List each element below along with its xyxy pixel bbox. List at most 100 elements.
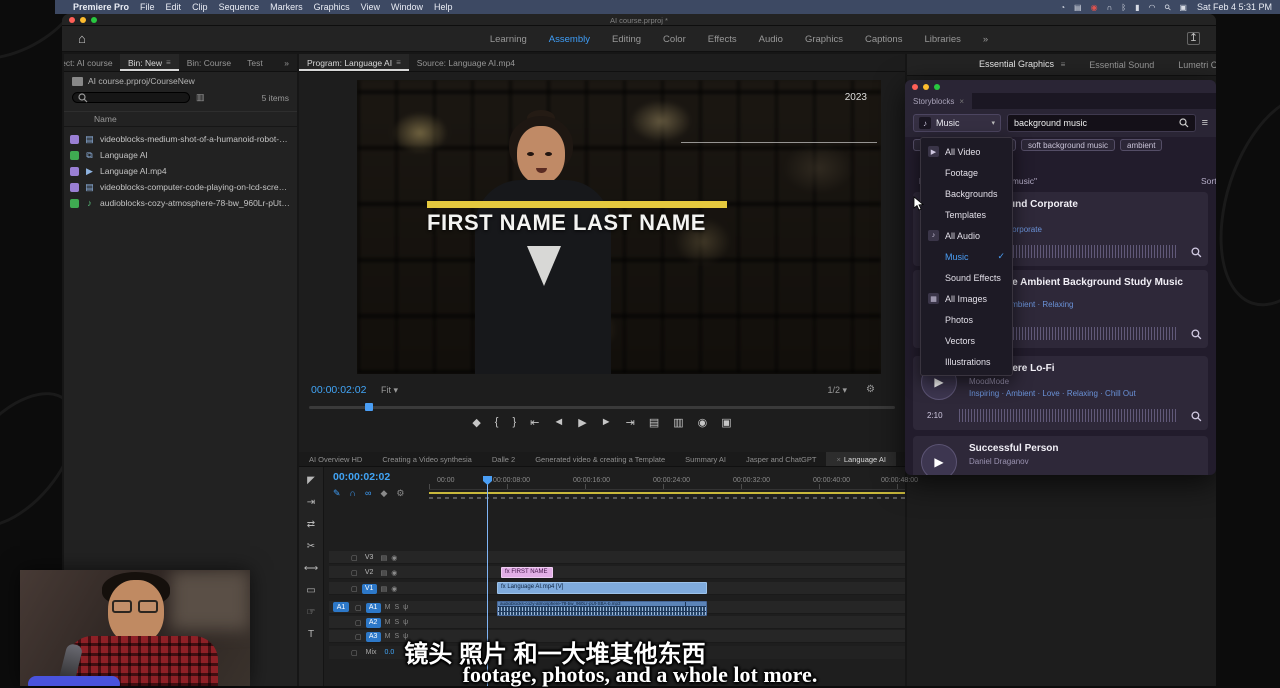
pen-tool[interactable]: ▭ bbox=[306, 585, 315, 596]
track-output-eye-icon[interactable]: ◉ bbox=[391, 585, 397, 593]
solo-button[interactable]: S bbox=[394, 619, 399, 626]
track-artist[interactable]: MoodMode bbox=[969, 377, 1009, 386]
home-icon[interactable]: ⌂ bbox=[78, 31, 86, 46]
workspace-tab-color[interactable]: Color bbox=[663, 34, 686, 45]
close-window-button[interactable] bbox=[912, 84, 918, 90]
menu-item-templates[interactable]: Templates bbox=[921, 204, 1012, 225]
play-button[interactable]: ▶ bbox=[578, 416, 586, 429]
snap-icon[interactable]: ∩ bbox=[350, 488, 356, 499]
tab-storyblocks[interactable]: Storyblocks× bbox=[905, 93, 972, 109]
menu-item-all-video[interactable]: ▶All Video bbox=[921, 141, 1012, 162]
workspace-tab-effects[interactable]: Effects bbox=[708, 34, 737, 45]
ripple-edit-tool[interactable]: ⇄ bbox=[307, 519, 315, 530]
battery-icon[interactable]: ▮ bbox=[1135, 3, 1139, 12]
solo-button[interactable]: S bbox=[394, 604, 399, 611]
timeline-timecode[interactable]: 00:00:02:02 bbox=[333, 471, 390, 483]
export-frame-button[interactable]: ◉ bbox=[698, 416, 708, 429]
sync-lock-icon[interactable]: ▤ bbox=[381, 554, 388, 562]
track-output-eye-icon[interactable]: ◉ bbox=[391, 554, 397, 562]
menu-sequence[interactable]: Sequence bbox=[219, 2, 260, 12]
tab-lumetri-color[interactable]: Lumetri Color bbox=[1178, 60, 1216, 70]
tab-bin-new[interactable]: Bin: New≡ bbox=[120, 54, 179, 71]
sequence-tab[interactable]: Dalle 2 bbox=[482, 452, 525, 466]
menu-markers[interactable]: Markers bbox=[270, 2, 303, 12]
tab-essential-sound[interactable]: Essential Sound bbox=[1089, 60, 1154, 70]
workspace-overflow-icon[interactable]: » bbox=[983, 34, 988, 45]
workspace-tab-learning[interactable]: Learning bbox=[490, 34, 527, 45]
workspace-tab-libraries[interactable]: Libraries bbox=[924, 34, 960, 45]
breadcrumb[interactable]: AI course.prproj/CourseNew bbox=[64, 72, 297, 90]
menu-file[interactable]: File bbox=[140, 2, 155, 12]
workspace-tab-editing[interactable]: Editing bbox=[612, 34, 641, 45]
track-label-v3[interactable]: V3 bbox=[362, 553, 377, 563]
monitor-settings-icon[interactable]: ⚙ bbox=[866, 384, 875, 395]
track-output-eye-icon[interactable]: ◉ bbox=[391, 569, 397, 577]
label-chip[interactable] bbox=[70, 199, 79, 208]
track-v3[interactable]: ▢ V3 ▤◉ bbox=[329, 551, 905, 564]
view-options-icon[interactable]: ≡ bbox=[1202, 117, 1208, 129]
tab-essential-graphics[interactable]: Essential Graphics ≡ bbox=[979, 59, 1065, 71]
waveform[interactable] bbox=[959, 409, 1178, 422]
go-to-in-button[interactable]: ⇤ bbox=[530, 416, 539, 429]
slip-tool[interactable]: ⟷ bbox=[304, 563, 318, 574]
track-tags[interactable]: Inspiring · Ambient · Love · Relaxing · … bbox=[969, 389, 1200, 398]
track-label-v1[interactable]: V1 bbox=[362, 584, 377, 594]
hand-tool[interactable]: ☞ bbox=[307, 607, 316, 618]
marker-icon[interactable]: ◆ bbox=[380, 488, 387, 499]
track-select-tool[interactable]: ⇥ bbox=[307, 497, 315, 508]
sort-dropdown[interactable]: Sort by bbox=[1201, 176, 1216, 186]
moon-icon[interactable]: ◔ bbox=[1060, 3, 1065, 12]
name-column-header[interactable]: Name bbox=[64, 111, 297, 127]
tab-project-ai-course[interactable]: Project: AI course bbox=[64, 54, 120, 71]
sync-lock-icon[interactable]: ▤ bbox=[381, 585, 388, 593]
share-icon[interactable]: ↥ bbox=[1187, 32, 1200, 45]
keyboard-icon[interactable]: ▤ bbox=[1074, 3, 1082, 12]
menu-item-sound-effects[interactable]: Sound Effects bbox=[921, 267, 1012, 288]
menu-item-vectors[interactable]: Vectors bbox=[921, 330, 1012, 351]
mute-button[interactable]: M bbox=[385, 619, 391, 626]
project-row[interactable]: ♪ audioblocks-cozy-atmosphere-78-bw_960L… bbox=[64, 195, 297, 211]
work-area-bar[interactable] bbox=[429, 492, 905, 494]
project-search-input[interactable] bbox=[72, 92, 190, 103]
sequence-tab[interactable]: Jasper and ChatGPT bbox=[736, 452, 826, 466]
step-forward-button[interactable]: ► bbox=[601, 416, 612, 429]
sequence-tab[interactable]: AI Overview HD bbox=[299, 452, 372, 466]
chip-soft-background-music[interactable]: soft background music bbox=[1021, 139, 1115, 151]
menu-graphics[interactable]: Graphics bbox=[314, 2, 350, 12]
label-chip[interactable] bbox=[70, 151, 79, 160]
menu-edit[interactable]: Edit bbox=[166, 2, 182, 12]
menu-clip[interactable]: Clip bbox=[192, 2, 208, 12]
zoom-waveform-icon[interactable] bbox=[1191, 247, 1202, 258]
track-label-a1[interactable]: A1 bbox=[366, 603, 381, 613]
mute-button[interactable]: M bbox=[385, 604, 391, 611]
lock-icon[interactable]: ▢ bbox=[355, 619, 362, 627]
control-center-icon[interactable]: ▣ bbox=[1179, 3, 1187, 12]
menu-help[interactable]: Help bbox=[434, 2, 453, 12]
spotlight-search-icon[interactable]: ⚲ bbox=[1162, 2, 1173, 13]
menu-item-backgrounds[interactable]: Backgrounds bbox=[921, 183, 1012, 204]
label-chip[interactable] bbox=[70, 183, 79, 192]
timeline-ruler[interactable]: 00:00 00:00:08:00 00:00:16:00 00:00:24:0… bbox=[429, 476, 905, 490]
workspace-tab-assembly[interactable]: Assembly bbox=[549, 34, 590, 45]
add-marker-button[interactable]: ◆ bbox=[472, 416, 480, 429]
project-tabs-overflow-icon[interactable]: » bbox=[276, 54, 297, 71]
bluetooth-icon[interactable]: ᛒ bbox=[1121, 3, 1126, 12]
menu-item-illustrations[interactable]: Illustrations bbox=[921, 351, 1012, 372]
menu-item-all-audio[interactable]: ♪All Audio bbox=[921, 225, 1012, 246]
menu-view[interactable]: View bbox=[361, 2, 380, 12]
timeline-settings-icon[interactable]: ⚙ bbox=[396, 488, 404, 499]
mark-in-button[interactable]: { bbox=[495, 416, 499, 429]
extract-button[interactable]: ▥ bbox=[673, 416, 683, 429]
project-row[interactable]: ▤ videoblocks-computer-code-playing-on-l… bbox=[64, 179, 297, 195]
list-view-icon[interactable]: ▥ bbox=[196, 92, 205, 103]
clip-language-ai-video[interactable]: fx Language AI.mp4 [V] bbox=[497, 582, 707, 594]
track-v2[interactable]: ▢V2▤◉ fx FIRST NAME bbox=[329, 566, 905, 579]
lock-icon[interactable]: ▢ bbox=[351, 554, 358, 562]
panel-menu-icon[interactable]: ≡ bbox=[396, 58, 401, 67]
razor-tool[interactable]: ✂ bbox=[307, 541, 315, 552]
workspace-tab-audio[interactable]: Audio bbox=[759, 34, 783, 45]
search-icon[interactable] bbox=[1179, 118, 1189, 128]
track-label-v2[interactable]: V2 bbox=[362, 568, 377, 578]
lock-icon[interactable]: ▢ bbox=[351, 569, 358, 577]
zoom-waveform-icon[interactable] bbox=[1191, 411, 1202, 422]
